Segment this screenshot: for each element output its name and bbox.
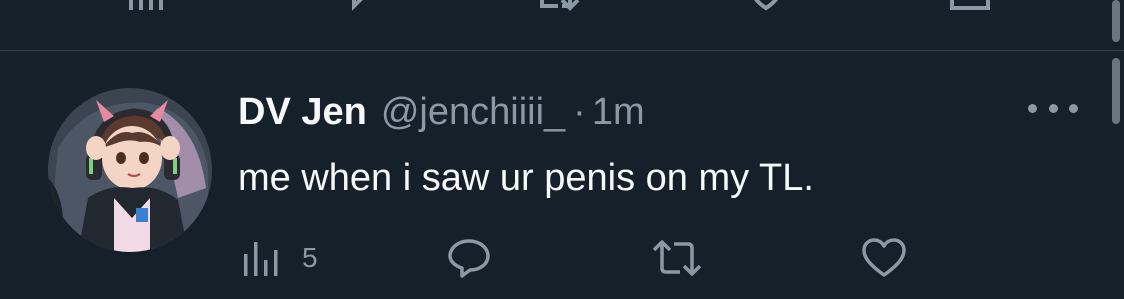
tweet-header: DV Jen @jenchiiii_ · 1m <box>238 88 645 136</box>
scrollbar-thumb-top[interactable] <box>1112 0 1120 42</box>
views-count: 5 <box>302 242 318 273</box>
heart-icon <box>862 238 906 277</box>
handle[interactable]: @jenchiiii_ <box>381 91 565 134</box>
divider <box>0 50 1124 51</box>
heart-icon[interactable] <box>746 0 786 12</box>
like-button[interactable] <box>860 228 908 288</box>
more-dot <box>1069 103 1078 113</box>
speech-bubble-icon[interactable] <box>340 0 380 12</box>
speech-bubble-icon <box>448 239 490 278</box>
retweet-button[interactable] <box>650 228 704 288</box>
avatar[interactable] <box>48 88 212 252</box>
more-dot <box>1048 103 1058 113</box>
scrollbar-thumb[interactable] <box>1112 58 1120 124</box>
more-horizontal-icon[interactable] <box>1028 96 1078 120</box>
display-name[interactable]: DV Jen <box>238 91 367 134</box>
tweet-actions: 5 <box>238 228 958 288</box>
timestamp[interactable]: 1m <box>592 91 645 134</box>
previous-tweet-actions <box>0 0 1124 50</box>
reply-button[interactable] <box>446 228 492 288</box>
more-dot <box>1028 103 1037 113</box>
tweet-text: me when i saw ur penis on my TL. <box>238 157 814 199</box>
bar-chart-icon <box>244 242 278 276</box>
retweet-icon <box>652 240 702 276</box>
separator-dot: · <box>573 90 586 133</box>
bar-chart-icon[interactable] <box>126 0 166 12</box>
timeline: DV Jen @jenchiiii_ · 1m me when i saw ur… <box>0 0 1124 299</box>
share-icon[interactable] <box>950 0 990 12</box>
retweet-icon[interactable] <box>540 0 580 12</box>
views-button[interactable]: 5 <box>242 228 318 288</box>
